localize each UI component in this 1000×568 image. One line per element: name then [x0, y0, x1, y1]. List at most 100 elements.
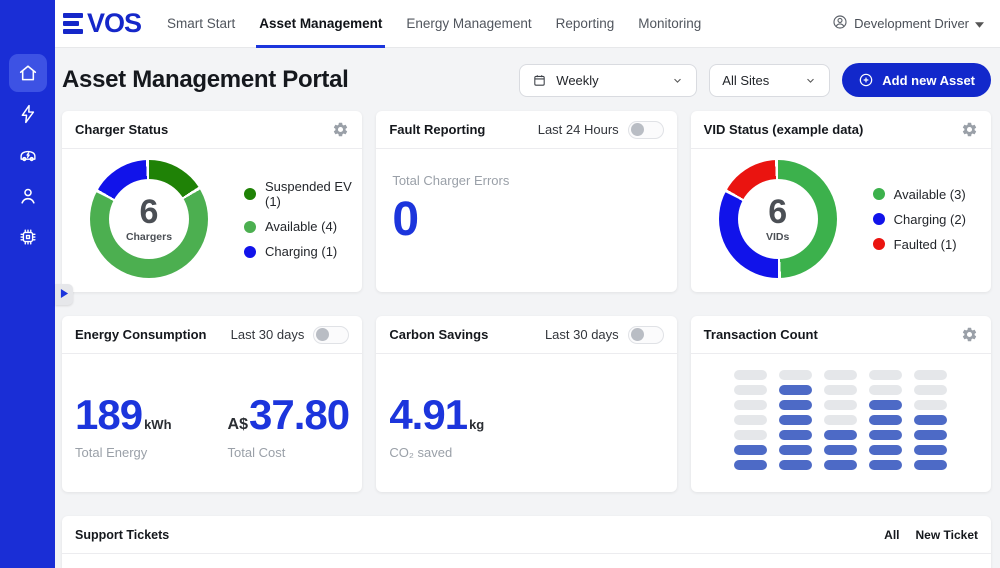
- energy-consumption-title: Energy Consumption: [75, 327, 206, 342]
- top-navigation: Smart Start Asset Management Energy Manage…: [167, 0, 701, 48]
- sidebar-expand-handle[interactable]: [55, 284, 73, 305]
- bar-segment: [869, 445, 902, 455]
- bar-segment: [779, 400, 812, 410]
- total-cost-caption: Total Cost: [228, 445, 350, 460]
- bar-segment: [779, 415, 812, 425]
- support-all-link[interactable]: All: [884, 528, 899, 542]
- fault-reporting-card: Fault Reporting Last 24 Hours Total Char…: [376, 111, 676, 292]
- evos-logo-text: VOS: [87, 10, 141, 37]
- card-grid: Charger Status 6 Chargers Suspended EV (…: [62, 111, 991, 568]
- sidebar-item-chip-icon[interactable]: [9, 218, 47, 256]
- chevron-down-icon: [671, 74, 684, 87]
- page-header: Asset Management Portal Weekly All Sites…: [62, 63, 991, 97]
- carbon-period-label: Last 30 days: [545, 327, 619, 342]
- site-select[interactable]: All Sites: [709, 64, 830, 97]
- fault-period-toggle[interactable]: [628, 121, 664, 139]
- bar-column: [869, 370, 902, 470]
- user-menu[interactable]: Development Driver: [832, 14, 984, 33]
- evos-logo-e-icon: [63, 13, 83, 34]
- support-tickets-title: Support Tickets: [75, 528, 169, 542]
- bar-segment: [779, 430, 812, 440]
- gear-icon[interactable]: [961, 121, 978, 138]
- legend-dot: [873, 238, 885, 250]
- transaction-count-title: Transaction Count: [704, 327, 818, 342]
- evos-logo[interactable]: VOS: [63, 10, 141, 37]
- charger-status-legend: Suspended EV (1) Available (4) Charging …: [244, 179, 362, 259]
- legend-item: Suspended EV (1): [244, 179, 362, 209]
- bar-column: [914, 370, 947, 470]
- user-circle-icon: [832, 14, 848, 33]
- total-cost-currency: A$: [228, 416, 248, 434]
- support-tickets-card: Support Tickets All New Ticket: [62, 516, 991, 568]
- chevron-down-icon: [804, 74, 817, 87]
- bar-segment: [824, 460, 857, 470]
- vid-status-donut-chart: 6 VIDs: [719, 160, 837, 278]
- legend-item: Charging (2): [873, 212, 966, 227]
- total-energy-stat: 189 kWh Total Energy: [75, 394, 172, 460]
- legend-dot: [873, 188, 885, 200]
- legend-item: Available (4): [244, 219, 362, 234]
- carbon-period-toggle[interactable]: [628, 326, 664, 344]
- calendar-icon: [532, 73, 547, 88]
- vid-status-title: VID Status (example data): [704, 122, 864, 137]
- vid-count-label: VIDs: [766, 231, 789, 243]
- bar-column: [824, 370, 857, 470]
- bar-segment: [869, 430, 902, 440]
- gear-icon[interactable]: [961, 326, 978, 343]
- carbon-savings-title: Carbon Savings: [389, 327, 488, 342]
- sidebar-item-home-icon[interactable]: [9, 54, 47, 92]
- legend-dot: [244, 221, 256, 233]
- co2-saved-unit: kg: [469, 417, 484, 432]
- bar-column: [779, 370, 812, 470]
- total-energy-unit: kWh: [144, 417, 171, 432]
- bar-segment: [824, 385, 857, 395]
- energy-period-toggle[interactable]: [313, 326, 349, 344]
- bar-segment: [824, 415, 857, 425]
- legend-item: Charging (1): [244, 244, 362, 259]
- bar-segment: [914, 415, 947, 425]
- bar-segment: [869, 415, 902, 425]
- bar-segment: [824, 430, 857, 440]
- energy-consumption-card: Energy Consumption Last 30 days 189 kWh …: [62, 316, 362, 492]
- bar-segment: [869, 385, 902, 395]
- bar-segment: [914, 460, 947, 470]
- carbon-savings-card: Carbon Savings Last 30 days 4.91 kg CO₂ …: [376, 316, 676, 492]
- sidebar-item-ev-car-icon[interactable]: [9, 136, 47, 174]
- nav-asset-management[interactable]: Asset Management: [259, 0, 382, 48]
- bar-segment: [914, 430, 947, 440]
- transaction-count-card: Transaction Count: [691, 316, 991, 492]
- nav-monitoring[interactable]: Monitoring: [638, 0, 701, 48]
- bar-segment: [734, 415, 767, 425]
- total-energy-caption: Total Energy: [75, 445, 172, 460]
- vid-status-card: VID Status (example data) 6 VIDs Availab…: [691, 111, 991, 292]
- nav-smart-start[interactable]: Smart Start: [167, 0, 235, 48]
- caret-down-icon: [975, 16, 984, 31]
- new-ticket-link[interactable]: New Ticket: [916, 528, 978, 542]
- period-select-value: Weekly: [556, 73, 662, 88]
- charger-count: 6: [140, 195, 159, 229]
- bar-segment: [869, 400, 902, 410]
- charger-status-card: Charger Status 6 Chargers Suspended EV (…: [62, 111, 362, 292]
- fault-period-label: Last 24 Hours: [538, 122, 619, 137]
- bar-segment: [914, 370, 947, 380]
- legend-dot: [244, 188, 256, 200]
- sidebar-item-user-icon[interactable]: [9, 177, 47, 215]
- bar-segment: [734, 370, 767, 380]
- bar-segment: [734, 385, 767, 395]
- vid-status-legend: Available (3) Charging (2) Faulted (1): [873, 187, 966, 252]
- gear-icon[interactable]: [332, 121, 349, 138]
- sidebar: [0, 0, 55, 568]
- plus-circle-icon: [858, 72, 874, 88]
- add-new-asset-label: Add new Asset: [882, 73, 975, 88]
- period-select[interactable]: Weekly: [519, 64, 697, 97]
- charger-count-label: Chargers: [126, 231, 172, 243]
- bar-segment: [734, 400, 767, 410]
- vid-count: 6: [768, 195, 787, 229]
- bar-segment: [779, 445, 812, 455]
- add-new-asset-button[interactable]: Add new Asset: [842, 63, 991, 97]
- bar-segment: [824, 445, 857, 455]
- sidebar-item-bolt-icon[interactable]: [9, 95, 47, 133]
- legend-item: Available (3): [873, 187, 966, 202]
- nav-energy-management[interactable]: Energy Management: [406, 0, 531, 48]
- nav-reporting[interactable]: Reporting: [556, 0, 615, 48]
